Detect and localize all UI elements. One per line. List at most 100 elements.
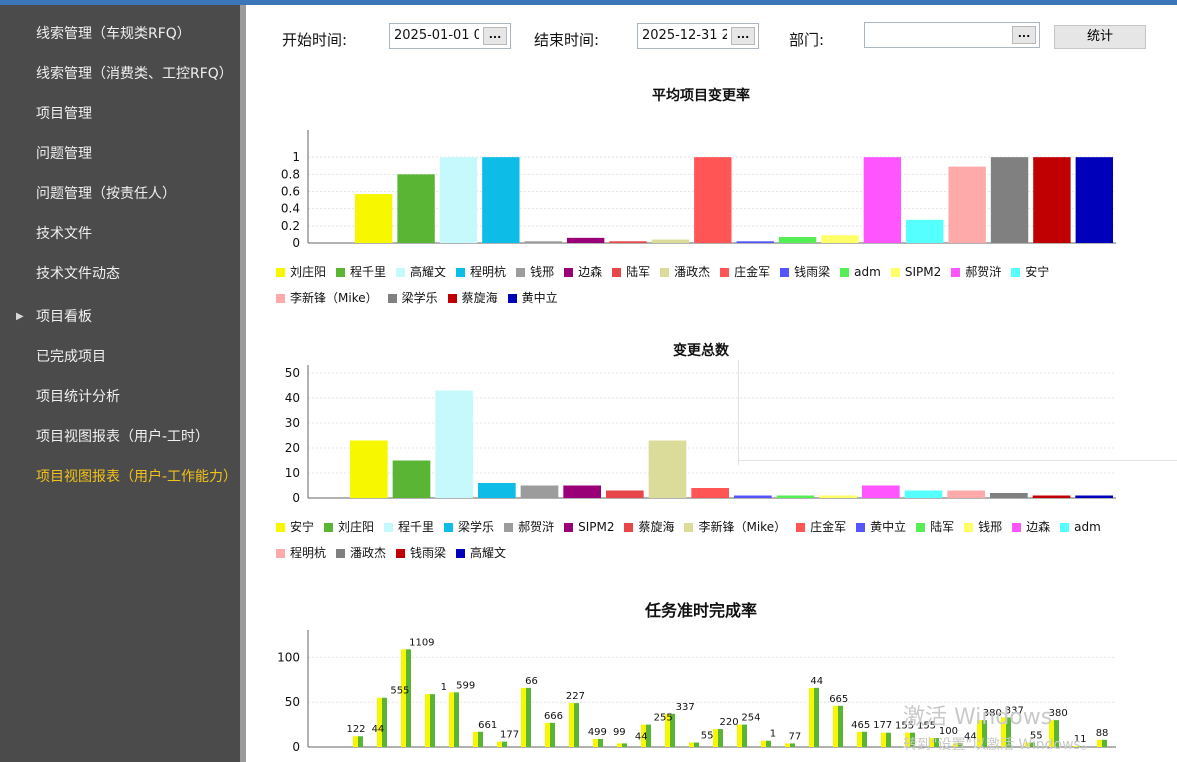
- y-tick-label: 0.6: [281, 185, 300, 199]
- legend-item: 郝贺浒: [504, 514, 554, 540]
- bar: [377, 697, 382, 747]
- legend-swatch: [612, 268, 622, 277]
- legend-label: 郝贺浒: [965, 265, 1002, 279]
- chart-total-changes: 0 10 20 30 40 50: [285, 365, 1116, 505]
- bar: [439, 157, 478, 243]
- sidebar-item-rfq-consumer[interactable]: 线索管理（消费类、工控RFQ）: [0, 54, 240, 94]
- sidebar-item-project-stats[interactable]: 项目统计分析: [0, 377, 240, 417]
- sidebar-item-project-board[interactable]: ▶ 项目看板: [0, 297, 240, 337]
- sidebar-item-report-hours[interactable]: 项目视图报表（用户-工时）: [0, 417, 240, 457]
- legend-item: 钱邢: [516, 259, 554, 285]
- legend-swatch: [780, 268, 790, 277]
- bar: [736, 241, 774, 243]
- sidebar-item-tech-docs[interactable]: 技术文件: [0, 214, 240, 254]
- legend-item: adm: [1060, 514, 1101, 540]
- legend-item: 蔡旋海: [447, 285, 498, 311]
- bar: [473, 731, 478, 747]
- legend-item: SIPM2: [890, 259, 941, 285]
- data-label: 88: [1096, 728, 1109, 739]
- legend-swatch: [796, 523, 806, 532]
- chart1-legend: 刘庄阳 程千里 高耀文 程明杭 钱邢 边森 陆军 潘政杰 庄金军 钱雨梁 adm SIPM2 郝贺浒 安宁…: [276, 259, 1156, 311]
- legend-swatch: [384, 523, 394, 532]
- bar: [1075, 495, 1113, 498]
- chart3-title: 任务准时完成率: [644, 601, 757, 620]
- bar: [430, 694, 435, 747]
- bar: [449, 692, 454, 747]
- legend-label: 陆军: [626, 265, 651, 279]
- bar: [776, 495, 815, 498]
- bar: [694, 742, 699, 747]
- bar: [694, 157, 732, 243]
- legend-swatch: [890, 268, 900, 277]
- y-tick-label: 0: [292, 740, 300, 754]
- y-tick-label: 0: [292, 236, 300, 250]
- department-picker-button[interactable]: ...: [1012, 26, 1036, 44]
- legend-swatch: [720, 268, 730, 277]
- chart2-title: 变更总数: [673, 343, 729, 359]
- bar: [569, 703, 574, 747]
- bar: [821, 235, 859, 243]
- data-label: 66: [525, 676, 538, 687]
- legend-swatch: [564, 268, 574, 277]
- sidebar-item-projects[interactable]: 项目管理: [0, 94, 240, 134]
- data-label: 44: [635, 731, 648, 742]
- legend-label: 潘政杰: [350, 546, 387, 560]
- legend-label: 钱雨梁: [794, 265, 831, 279]
- sidebar-item-rfq-auto[interactable]: 线索管理（车规类RFQ）: [0, 14, 240, 54]
- legend-item: 梁学乐: [387, 285, 438, 311]
- legend-swatch: [396, 268, 406, 277]
- bar: [778, 236, 817, 243]
- bar: [1033, 157, 1071, 243]
- data-label: 599: [456, 680, 475, 691]
- sidebar-item-issues-by-owner[interactable]: 问题管理（按责任人）: [0, 174, 240, 214]
- department-field[interactable]: ...: [864, 22, 1040, 48]
- legend-swatch: [916, 523, 926, 532]
- legend-label: SIPM2: [578, 520, 615, 534]
- sidebar-item-label: 技术文件动态: [36, 266, 120, 282]
- bar: [526, 687, 531, 747]
- activation-watermark-hint: 转到"设置"以激活 Windows。: [903, 737, 1095, 753]
- start-time-field[interactable]: 2025-01-01 00:00 ...: [389, 23, 511, 49]
- sidebar-item-tech-docs-activity[interactable]: 技术文件动态: [0, 254, 240, 294]
- bar: [353, 736, 358, 747]
- legend-item: 蔡旋海: [624, 514, 674, 540]
- legend-label: 边森: [1026, 520, 1051, 534]
- bar: [617, 743, 622, 747]
- legend-swatch: [456, 549, 466, 558]
- bar: [397, 174, 435, 243]
- sidebar-item-issues[interactable]: 问题管理: [0, 134, 240, 174]
- bar: [718, 729, 723, 747]
- bar: [1102, 739, 1107, 747]
- y-tick-label: 50: [285, 695, 300, 709]
- bar: [606, 490, 644, 498]
- legend-label: 李新锋（Mike）: [290, 291, 378, 305]
- bar: [689, 742, 694, 747]
- sidebar-item-report-capability[interactable]: 项目视图报表（用户-工作能力）: [0, 457, 240, 497]
- bar: [598, 738, 603, 747]
- bar: [761, 740, 766, 747]
- bar: [406, 649, 411, 747]
- bar: [857, 731, 862, 747]
- legend-item: 梁学乐: [444, 514, 494, 540]
- y-tick-label: 30: [285, 416, 300, 430]
- data-label: 99: [613, 727, 626, 738]
- sidebar-item-completed-projects[interactable]: 已完成项目: [0, 337, 240, 377]
- sidebar-item-label: 线索管理（车规类RFQ）: [36, 26, 191, 42]
- data-label: 499: [588, 727, 607, 738]
- legend-item: 刘庄阳: [324, 514, 374, 540]
- bar: [401, 649, 406, 747]
- legend-swatch: [1011, 268, 1021, 277]
- legend-item: 钱雨梁: [396, 540, 446, 566]
- bar: [435, 390, 473, 498]
- end-time-field[interactable]: 2025-12-31 23:59 ...: [637, 23, 759, 49]
- bar: [833, 705, 838, 747]
- end-time-picker-button[interactable]: ...: [731, 27, 755, 45]
- end-time-label: 结束时间:: [534, 31, 600, 49]
- legend-swatch: [1060, 523, 1070, 532]
- legend-swatch: [660, 268, 670, 277]
- y-tick-label: 0.4: [281, 202, 300, 216]
- start-time-picker-button[interactable]: ...: [483, 27, 507, 45]
- bar: [766, 740, 771, 747]
- stat-button[interactable]: 统计: [1054, 25, 1146, 49]
- legend-label: 安宁: [290, 520, 315, 534]
